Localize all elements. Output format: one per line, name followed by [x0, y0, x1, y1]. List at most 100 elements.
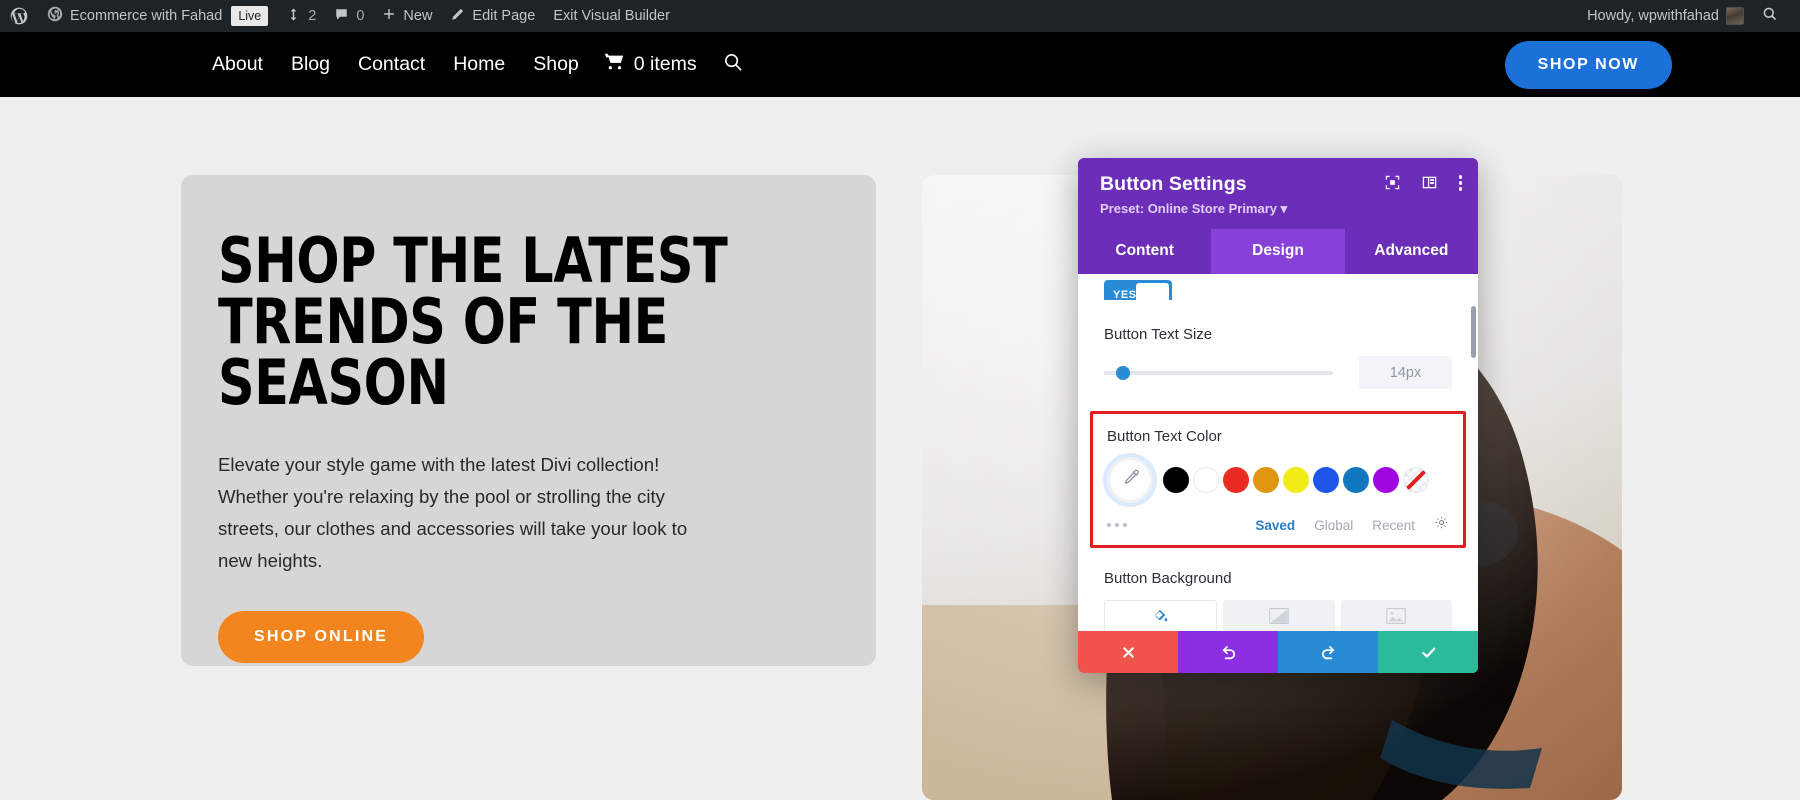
dot-1	[1107, 523, 1111, 527]
swatch-white-wrap[interactable]	[1191, 465, 1221, 495]
swatch-steel-blue[interactable]	[1343, 467, 1369, 493]
admin-bar-comments[interactable]: 0	[325, 0, 373, 32]
modal-scroll-area: YES Button Text Size 14px Button Text Co…	[1078, 274, 1478, 631]
swatch-blue[interactable]	[1313, 467, 1339, 493]
color-more-ellipsis-icon[interactable]	[1107, 523, 1127, 527]
wp-admin-bar: Ecommerce with Fahad Live 2 0 New Edit P…	[0, 0, 1800, 32]
live-badge-label: Live	[231, 5, 269, 27]
shop-online-button[interactable]: SHOP ONLINE	[218, 611, 425, 664]
tab-advanced[interactable]: Advanced	[1345, 229, 1478, 274]
button-settings-modal: Button Settings Preset: Online Store Pri…	[1078, 158, 1478, 673]
swatch-purple-wrap[interactable]	[1371, 465, 1401, 495]
swatch-yellow-wrap[interactable]	[1281, 465, 1311, 495]
color-tab-saved[interactable]: Saved	[1255, 518, 1295, 533]
yes-toggle-clip: YES	[1078, 280, 1478, 300]
save-button[interactable]	[1378, 631, 1478, 673]
background-tab-solid[interactable]	[1104, 600, 1218, 631]
modal-scrollbar-thumb[interactable]	[1471, 306, 1476, 358]
button-background-label: Button Background	[1104, 570, 1232, 587]
paint-bucket-icon	[1152, 607, 1169, 629]
gear-icon[interactable]	[1434, 515, 1449, 535]
exit-visual-builder-label: Exit Visual Builder	[553, 8, 670, 24]
admin-bar-live-badge[interactable]: Live	[231, 0, 277, 32]
plus-icon	[382, 7, 396, 25]
swatch-blue-wrap[interactable]	[1311, 465, 1341, 495]
tab-design[interactable]: Design	[1211, 229, 1345, 274]
site-header: About Blog Contact Home Shop 0 items SHO…	[0, 32, 1800, 97]
redo-button[interactable]	[1278, 631, 1378, 673]
comment-bubble-icon	[334, 7, 349, 26]
admin-bar-new[interactable]: New	[373, 0, 441, 32]
admin-bar-site-name[interactable]: Ecommerce with Fahad	[38, 0, 231, 32]
wordpress-logo-icon	[9, 6, 29, 26]
nav-item-shop[interactable]: Shop	[519, 53, 593, 76]
swatch-orange[interactable]	[1253, 467, 1279, 493]
nav-item-home[interactable]: Home	[439, 53, 519, 76]
color-field-footer: Saved Global Recent	[1107, 515, 1449, 535]
use-custom-styles-toggle[interactable]: YES	[1104, 280, 1172, 300]
search-icon	[1762, 6, 1778, 26]
swatch-red[interactable]	[1223, 467, 1249, 493]
background-tab-image[interactable]	[1340, 600, 1452, 631]
admin-bar-wp-logo[interactable]	[0, 0, 38, 32]
updates-icon	[286, 7, 301, 26]
nav-item-blog[interactable]: Blog	[277, 53, 344, 76]
nav-item-about[interactable]: About	[198, 53, 277, 76]
pencil-icon	[450, 7, 465, 26]
main-navigation: About Blog Contact Home Shop 0 items	[198, 51, 744, 79]
yes-toggle-label: YES	[1113, 289, 1137, 300]
admin-bar-edit-page[interactable]: Edit Page	[441, 0, 544, 32]
undo-button[interactable]	[1178, 631, 1278, 673]
toggle-knob	[1136, 283, 1169, 300]
layout-columns-icon[interactable]	[1422, 175, 1437, 190]
admin-bar-exit-visual-builder[interactable]: Exit Visual Builder	[544, 0, 679, 32]
cart-link[interactable]: 0 items	[593, 51, 697, 79]
button-text-size-input[interactable]: 14px	[1359, 356, 1452, 389]
kebab-menu-icon[interactable]	[1458, 175, 1462, 191]
shop-now-button[interactable]: SHOP NOW	[1504, 40, 1672, 89]
swatch-red-wrap[interactable]	[1221, 465, 1251, 495]
swatch-none[interactable]	[1403, 467, 1429, 493]
swatch-white[interactable]	[1193, 467, 1219, 493]
swatch-purple[interactable]	[1373, 467, 1399, 493]
button-text-size-slider[interactable]	[1104, 365, 1333, 380]
swatch-none-wrap[interactable]	[1401, 465, 1431, 495]
slider-handle[interactable]	[1116, 365, 1131, 380]
admin-bar-howdy[interactable]: Howdy, wpwithfahad	[1578, 0, 1753, 32]
nav-search-icon[interactable]	[723, 52, 744, 78]
tab-content[interactable]: Content	[1078, 229, 1211, 274]
admin-bar-updates[interactable]: 2	[277, 0, 325, 32]
modal-header: Button Settings Preset: Online Store Pri…	[1078, 158, 1478, 229]
hero-text-panel: SHOP THE LATEST TRENDS OF THE SEASON Ele…	[181, 175, 876, 666]
new-label: New	[403, 8, 433, 24]
button-text-size-row: 14px	[1104, 356, 1452, 389]
image-icon	[1386, 607, 1407, 629]
admin-bar-search[interactable]	[1753, 0, 1800, 32]
color-tab-global[interactable]: Global	[1314, 518, 1353, 533]
site-icon	[47, 6, 63, 26]
caret-down-icon: ▾	[1277, 201, 1288, 216]
swatch-yellow[interactable]	[1283, 467, 1309, 493]
focus-target-icon[interactable]	[1385, 175, 1400, 190]
swatch-black-wrap[interactable]	[1161, 465, 1191, 495]
admin-bar-right-group: Howdy, wpwithfahad	[1578, 0, 1800, 32]
background-tab-gradient[interactable]	[1223, 600, 1335, 631]
updates-count: 2	[308, 8, 317, 24]
modal-action-bar	[1078, 631, 1478, 673]
button-background-field: Button Background	[1078, 570, 1478, 631]
swatch-black[interactable]	[1163, 467, 1189, 493]
swatch-orange-wrap[interactable]	[1251, 465, 1281, 495]
discard-button[interactable]	[1078, 631, 1178, 673]
button-text-color-field: Button Text Color Saved Global Recent	[1090, 411, 1466, 548]
color-picker-eyedropper[interactable]	[1107, 457, 1153, 503]
edit-page-label: Edit Page	[472, 8, 536, 24]
color-tab-recent[interactable]: Recent	[1372, 518, 1415, 533]
swatch-steel-blue-wrap[interactable]	[1341, 465, 1371, 495]
site-name-label: Ecommerce with Fahad	[70, 8, 223, 24]
nav-item-contact[interactable]: Contact	[344, 53, 439, 76]
eyedropper-icon	[1121, 468, 1140, 492]
modal-preset-selector[interactable]: Preset: Online Store Primary ▾	[1100, 201, 1459, 217]
shopping-cart-icon	[603, 51, 625, 79]
page-body: SHOP THE LATEST TRENDS OF THE SEASON Ele…	[0, 97, 1800, 800]
avatar	[1726, 7, 1744, 25]
